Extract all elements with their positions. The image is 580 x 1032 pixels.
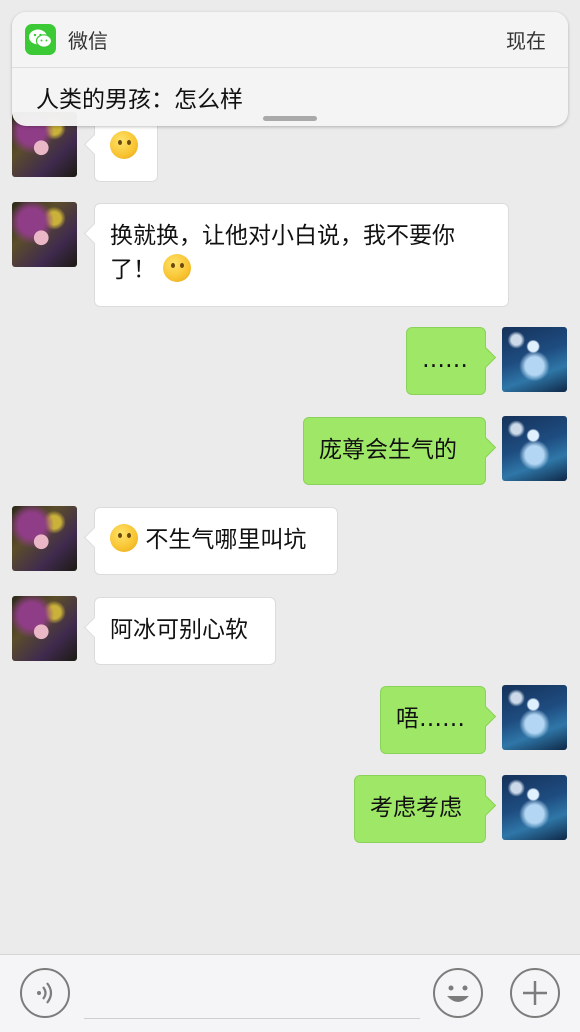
message-text: …… [422, 347, 468, 373]
notification-message: 人类的男孩：怎么样 [36, 87, 243, 113]
drag-handle[interactable] [263, 116, 317, 121]
message-bubble[interactable]: 考虑考虑 [354, 775, 486, 843]
message-text: 庞尊会生气的 [319, 437, 457, 463]
wechat-icon [25, 24, 56, 55]
message-text: 阿冰可别心软 [110, 617, 248, 643]
chat-area[interactable]: 换就换，让他对小白说，我不要你 了！ …… 庞尊会生气的 不生气哪里叫坑 阿冰可… [0, 0, 580, 954]
message-text-line-2: 了！ [110, 257, 156, 283]
avatar[interactable] [12, 506, 77, 571]
message-bubble[interactable]: …… [406, 327, 486, 395]
message-bubble[interactable]: 不生气哪里叫坑 [94, 507, 338, 575]
notification-banner[interactable]: 微信 现在 人类的男孩：怎么样 [12, 12, 568, 126]
divider [12, 67, 568, 68]
avatar[interactable] [502, 416, 567, 481]
avatar[interactable] [502, 775, 567, 840]
emoji-button[interactable] [433, 968, 483, 1018]
message-text-line-1: 换就换，让他对小白说，我不要你 [110, 223, 455, 249]
avatar[interactable] [12, 202, 77, 267]
voice-button[interactable] [20, 968, 70, 1018]
input-bar [0, 954, 580, 1032]
message-text: 唔…… [396, 706, 465, 732]
rolling-eyes-face-icon [163, 254, 192, 282]
avatar[interactable] [12, 596, 77, 661]
avatar[interactable] [502, 327, 567, 392]
plus-icon [523, 981, 547, 1005]
message-input[interactable] [84, 969, 420, 1019]
notification-time: 现在 [506, 29, 546, 53]
message-text: 不生气哪里叫坑 [145, 527, 307, 553]
message-bubble[interactable]: 换就换，让他对小白说，我不要你 了！ [94, 203, 509, 307]
voice-icon [37, 982, 53, 1004]
smirking-face-icon [110, 524, 138, 552]
smile-icon [447, 985, 469, 1002]
avatar[interactable] [502, 685, 567, 750]
message-bubble[interactable]: 庞尊会生气的 [303, 417, 486, 485]
message-bubble[interactable]: 唔…… [380, 686, 486, 754]
thinking-face-icon [110, 131, 138, 159]
message-text: 考虑考虑 [370, 795, 462, 821]
notification-app-name: 微信 [68, 29, 108, 53]
add-button[interactable] [510, 968, 560, 1018]
message-bubble[interactable]: 阿冰可别心软 [94, 597, 276, 665]
